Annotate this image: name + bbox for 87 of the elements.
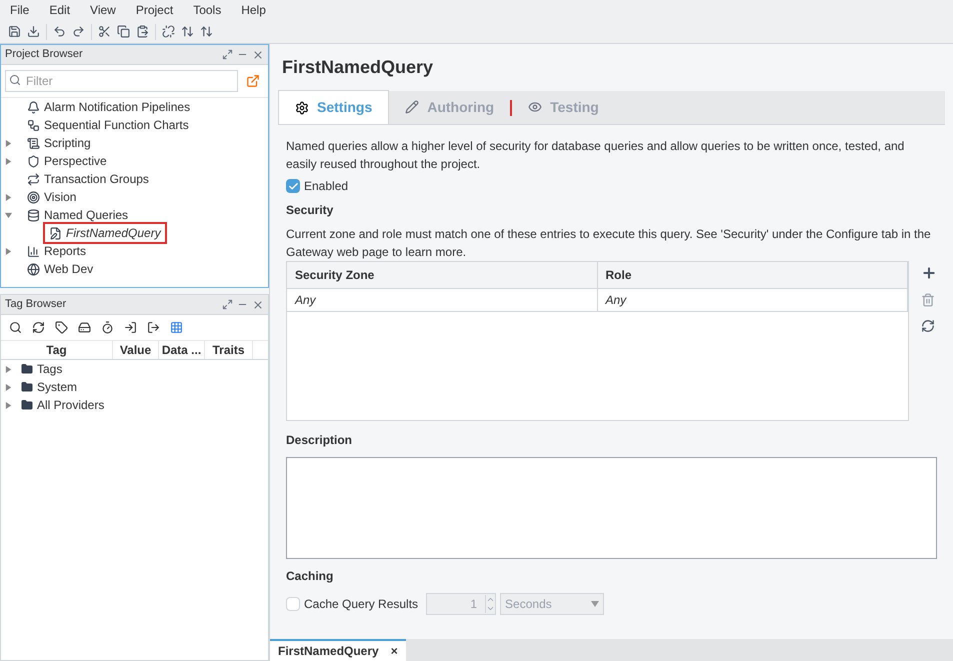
paste-icon[interactable] (136, 25, 149, 38)
add-icon[interactable] (921, 265, 937, 281)
checkbox-label: Enabled (304, 178, 348, 195)
table-cell[interactable]: Any (598, 289, 908, 311)
locate-icon[interactable] (246, 74, 260, 88)
checkbox[interactable] (286, 179, 300, 193)
close-icon[interactable] (252, 48, 264, 60)
editor-title: FirstNamedQuery (281, 56, 434, 79)
checkmark-icon (288, 180, 298, 192)
panel-title: Project Browser (5, 47, 84, 62)
unlink-icon[interactable] (162, 25, 175, 38)
tree-icon (27, 100, 40, 114)
intro-text: Named queries allow a higher level of security for database queries and allow queries to be written once, tested, and easily reused throughout the project. (286, 138, 906, 173)
column-header[interactable]: Security Zone (287, 262, 598, 288)
tree-icon (27, 262, 40, 276)
tree-icon (49, 226, 62, 240)
search-icon[interactable] (9, 321, 22, 334)
folder-icon (21, 399, 33, 411)
section-heading: Caching (286, 568, 334, 585)
checkbox[interactable] (286, 597, 300, 611)
folder-icon (21, 363, 33, 375)
tree-icon (27, 244, 40, 258)
checkbox-label: Cache Query Results (304, 596, 418, 613)
collapsed-arrow-icon[interactable] (5, 158, 12, 164)
download-icon[interactable] (27, 25, 40, 38)
eye-icon (528, 100, 542, 114)
refresh-icon[interactable] (32, 321, 45, 334)
menu-item[interactable]: Help (231, 1, 276, 19)
sort-icon[interactable] (200, 25, 213, 38)
tree-icon (27, 136, 40, 150)
undo-icon[interactable] (53, 25, 66, 38)
copy-icon[interactable] (117, 25, 130, 38)
section-heading: Security (286, 202, 334, 219)
menu-item[interactable]: View (80, 1, 126, 19)
gear-icon (295, 100, 309, 114)
section-heading: Description (286, 432, 354, 449)
column-header[interactable]: Tag (1, 341, 113, 359)
drive-icon[interactable] (78, 321, 91, 334)
close-icon[interactable]: × (390, 642, 398, 660)
timer-icon[interactable] (101, 321, 114, 334)
export-icon[interactable] (147, 321, 160, 334)
menu-item[interactable]: Edit (39, 1, 80, 19)
collapsed-arrow-icon[interactable] (5, 194, 12, 200)
grid-icon[interactable] (170, 321, 183, 334)
sort-icon[interactable] (181, 25, 194, 38)
redo-icon[interactable] (72, 25, 85, 38)
tree-icon (27, 208, 40, 222)
collapsed-arrow-icon[interactable] (5, 248, 12, 254)
column-header[interactable]: Traits (205, 341, 253, 359)
column-header[interactable]: Data ... (159, 341, 205, 359)
panel-title: Tag Browser (5, 297, 68, 312)
save-icon[interactable] (8, 25, 21, 38)
menu-item[interactable]: File (0, 1, 40, 19)
collapsed-arrow-icon[interactable] (5, 402, 12, 408)
collapsed-arrow-icon[interactable] (5, 366, 12, 372)
column-header[interactable]: Value (113, 341, 159, 359)
collapsed-arrow-icon[interactable] (5, 140, 12, 146)
tree-item[interactable]: System (37, 378, 78, 396)
delete-icon[interactable] (921, 293, 935, 307)
tree-item[interactable]: Tags (37, 360, 62, 378)
table-cell[interactable]: Any (287, 289, 598, 311)
collapsed-arrow-icon[interactable] (5, 384, 12, 390)
description-field[interactable] (286, 457, 937, 559)
cut-icon[interactable] (98, 25, 111, 38)
expanded-arrow-icon[interactable] (5, 212, 12, 218)
refresh-icon[interactable] (921, 319, 935, 333)
column-header[interactable]: Role (598, 262, 908, 288)
pencil-icon (405, 100, 420, 114)
document-tab[interactable]: FirstNamedQuery × (270, 639, 406, 661)
close-icon[interactable] (252, 298, 264, 310)
float-icon[interactable] (222, 299, 233, 310)
tree-item[interactable]: All Providers (37, 396, 104, 414)
import-icon[interactable] (124, 321, 137, 334)
menu-item[interactable]: Project (126, 1, 184, 19)
tree-icon (27, 172, 40, 186)
float-icon[interactable] (222, 49, 233, 60)
folder-icon (21, 381, 33, 393)
tree-icon (27, 118, 40, 132)
tree-icon (27, 190, 40, 204)
tree-icon (27, 154, 40, 168)
tag-icon[interactable] (55, 321, 68, 334)
menu-item[interactable]: Tools (183, 1, 232, 19)
search-icon (9, 74, 21, 86)
security-note: Current zone and role must match one of these entries to execute this query. See 'Security' under the Configure tab in the Gateway web page to learn more. (286, 226, 932, 261)
dropdown-arrow-icon (591, 601, 600, 607)
tree-item[interactable]: FirstNamedQuery (43, 222, 167, 244)
filter-field[interactable]: Filter (5, 70, 238, 92)
